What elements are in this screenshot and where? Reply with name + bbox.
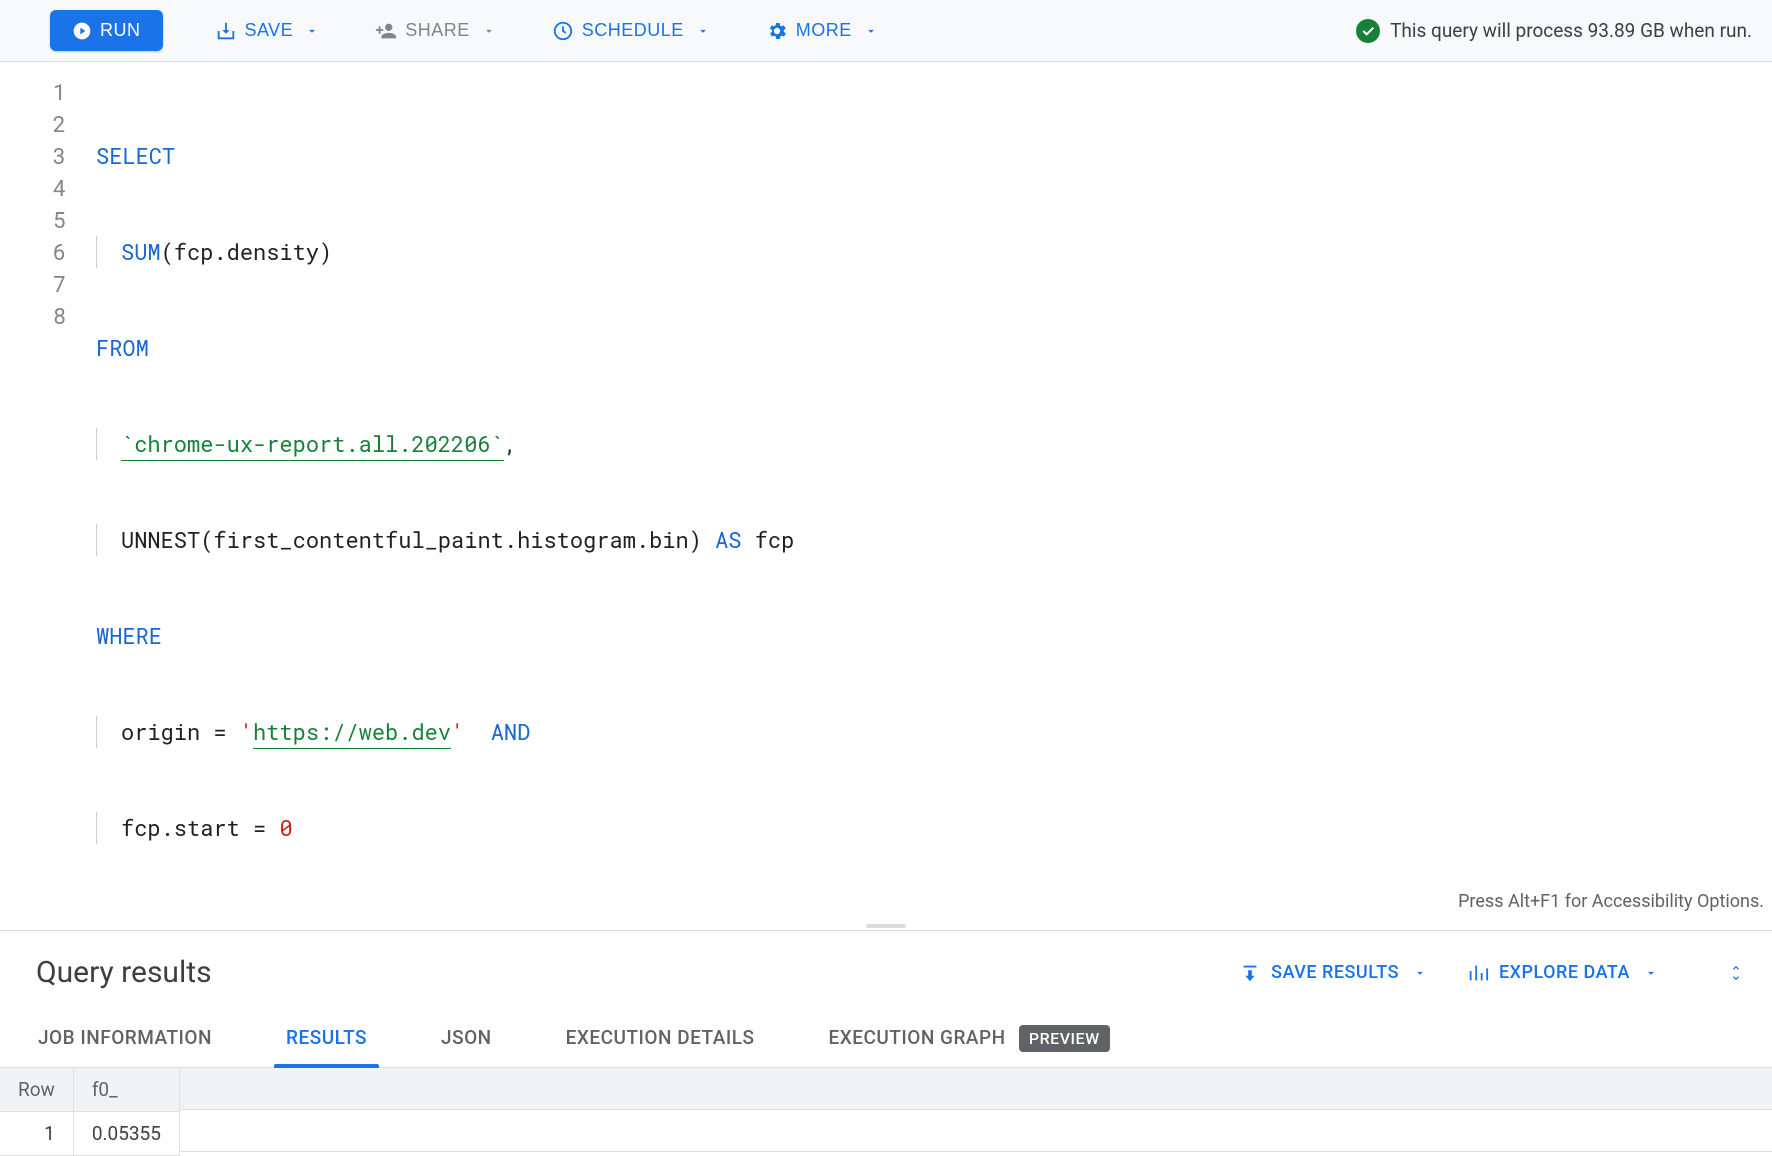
code-area[interactable]: SELECT SUM(fcp.density) FROM `chrome-ux-… [86, 62, 1772, 922]
cell-rownum: 1 [0, 1112, 73, 1156]
resize-handle[interactable] [0, 922, 1772, 930]
accessibility-hint: Press Alt+F1 for Accessibility Options. [1458, 886, 1764, 918]
save-button[interactable]: SAVE [211, 12, 324, 50]
expand-collapse-button[interactable] [1728, 963, 1744, 983]
more-button[interactable]: MORE [762, 12, 882, 50]
preview-chip: PREVIEW [1019, 1025, 1110, 1052]
check-circle-icon [1356, 19, 1380, 43]
gear-icon [766, 20, 788, 42]
chevron-down-icon [305, 24, 319, 38]
chart-icon [1467, 962, 1489, 984]
save-results-button[interactable]: SAVE RESULTS [1239, 962, 1427, 984]
results-tabs: JOB INFORMATION RESULTS JSON EXECUTION D… [0, 1008, 1772, 1068]
explore-data-button[interactable]: EXPLORE DATA [1467, 962, 1658, 984]
tab-execution-graph[interactable]: EXECUTION GRAPH PREVIEW [826, 1008, 1111, 1067]
table-header-row: Row f0_ [0, 1068, 179, 1112]
results-table: Row f0_ 1 0.05355 [0, 1068, 180, 1156]
table-row: 1 0.05355 [0, 1112, 179, 1156]
column-row: Row [0, 1068, 73, 1112]
query-status-text: This query will process 93.89 GB when ru… [1390, 19, 1752, 42]
cell-f0: 0.05355 [73, 1112, 179, 1156]
tab-job-information[interactable]: JOB INFORMATION [36, 1008, 214, 1067]
line-gutter: 1 2 3 4 5 6 7 8 [0, 62, 86, 922]
chevron-down-icon [1413, 966, 1427, 980]
chevron-down-icon [696, 24, 710, 38]
chevron-down-icon [864, 24, 878, 38]
person-add-icon [375, 20, 397, 42]
results-header: Query results SAVE RESULTS EXPLORE DATA [0, 931, 1772, 1008]
run-button-label: RUN [100, 20, 141, 41]
toolbar: RUN SAVE SHARE SCHEDULE MORE [0, 0, 1772, 62]
run-button[interactable]: RUN [50, 10, 163, 51]
share-button-label: SHARE [405, 20, 470, 41]
query-status: This query will process 93.89 GB when ru… [1356, 19, 1752, 43]
results-title: Query results [36, 955, 212, 990]
tab-execution-graph-label: EXECUTION GRAPH [828, 1026, 1005, 1049]
schedule-button-label: SCHEDULE [582, 20, 684, 41]
column-f0: f0_ [73, 1068, 179, 1112]
clock-icon [552, 20, 574, 42]
explore-data-label: EXPLORE DATA [1499, 962, 1630, 983]
schedule-button[interactable]: SCHEDULE [548, 12, 714, 50]
tab-json[interactable]: JSON [439, 1008, 494, 1067]
save-button-label: SAVE [245, 20, 294, 41]
share-button[interactable]: SHARE [371, 12, 500, 50]
play-icon [72, 21, 92, 41]
sql-editor[interactable]: 1 2 3 4 5 6 7 8 SELECT SUM(fcp.density) … [0, 62, 1772, 922]
download-icon [1239, 962, 1261, 984]
save-results-label: SAVE RESULTS [1271, 962, 1399, 983]
chevron-down-icon [482, 24, 496, 38]
tab-execution-details[interactable]: EXECUTION DETAILS [564, 1008, 757, 1067]
chevron-down-icon [1644, 966, 1658, 980]
tab-results[interactable]: RESULTS [284, 1008, 369, 1067]
more-button-label: MORE [796, 20, 852, 41]
save-icon [215, 20, 237, 42]
